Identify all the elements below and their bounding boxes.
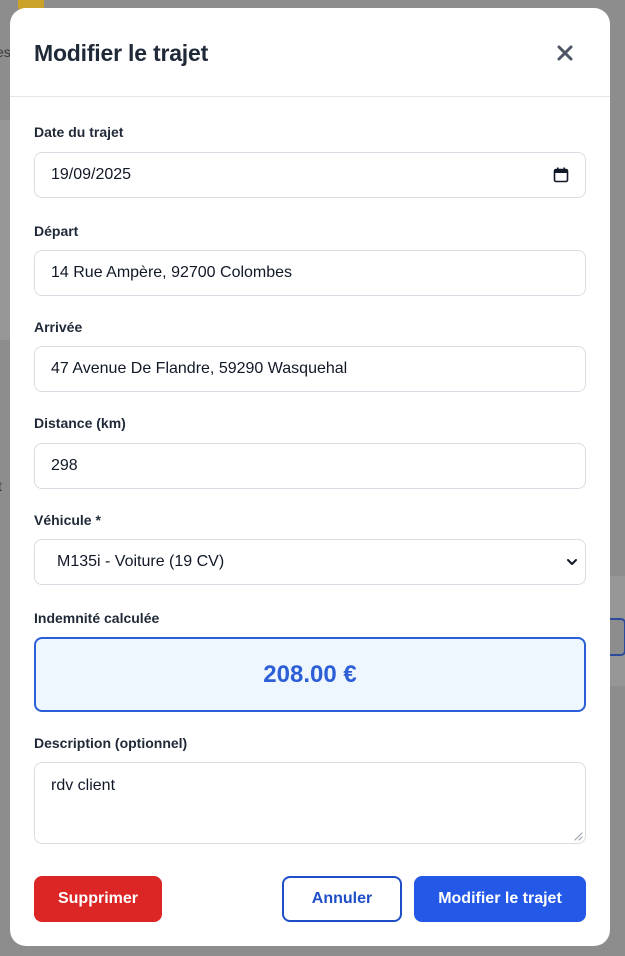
indemnite-label: Indemnité calculée [34, 610, 160, 626]
close-button[interactable] [550, 38, 580, 68]
depart-value: 14 Rue Ampère, 92700 Colombes [51, 264, 293, 281]
indemnite-amount: 208.00 € [34, 637, 586, 712]
vehicule-selected: M135i - Voiture (19 CV) [57, 553, 225, 570]
background-panel [0, 120, 10, 340]
delete-button[interactable]: Supprimer [34, 876, 162, 922]
resize-grip-icon[interactable] [573, 831, 583, 841]
vehicule-select[interactable]: M135i - Voiture (19 CV) [34, 539, 586, 585]
description-value: rdv client [51, 777, 116, 794]
distance-value: 298 [51, 457, 78, 474]
vehicule-label: Véhicule * [34, 512, 101, 528]
date-value: 19/09/2025 [51, 166, 132, 183]
close-icon [557, 45, 573, 61]
calendar-icon[interactable] [553, 167, 569, 183]
cancel-button[interactable]: Annuler [282, 876, 402, 922]
arrivee-value: 47 Avenue De Flandre, 59290 Wasquehal [51, 360, 348, 377]
date-label: Date du trajet [34, 124, 124, 140]
arrivee-input[interactable]: 47 Avenue De Flandre, 59290 Wasquehal [34, 346, 586, 392]
depart-input[interactable]: 14 Rue Ampère, 92700 Colombes [34, 250, 586, 296]
submit-button[interactable]: Modifier le trajet [414, 876, 586, 922]
distance-label: Distance (km) [34, 415, 126, 431]
distance-input[interactable]: 298 [34, 443, 586, 489]
date-input[interactable]: 19/09/2025 [34, 152, 586, 198]
modal-title: Modifier le trajet [34, 40, 209, 66]
depart-label: Départ [34, 223, 79, 239]
chevron-down-icon [567, 559, 577, 565]
description-textarea[interactable]: rdv client [34, 762, 586, 844]
modal-header: Modifier le trajet [10, 8, 610, 97]
edit-trip-modal: Modifier le trajet Date du trajet 19/09/… [10, 8, 610, 946]
arrivee-label: Arrivée [34, 319, 83, 335]
description-label: Description (optionnel) [34, 735, 188, 751]
background-text: t [0, 478, 2, 494]
